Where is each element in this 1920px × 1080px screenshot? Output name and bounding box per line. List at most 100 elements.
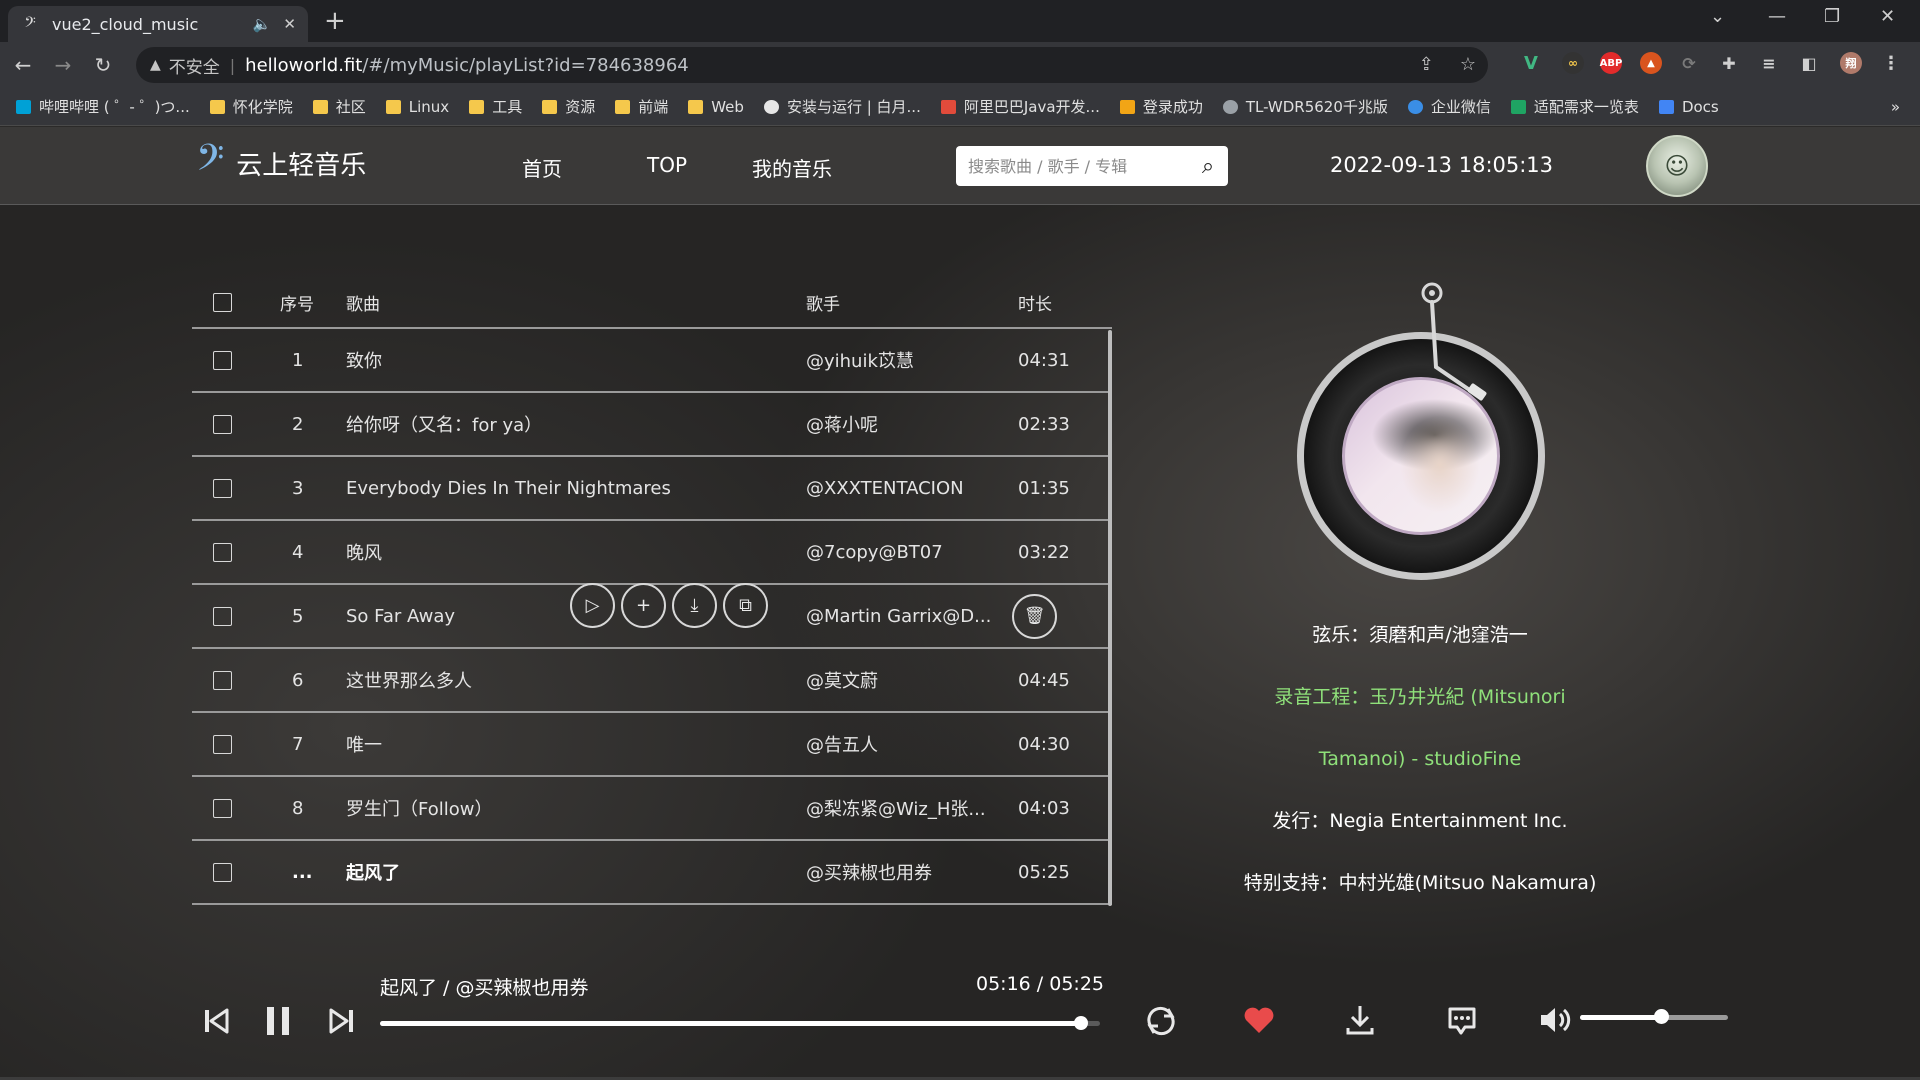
row-song[interactable]: So Far Away <box>346 606 455 627</box>
volume-icon[interactable] <box>1538 1005 1572 1035</box>
row-artist[interactable]: @7copy@BT07 <box>806 542 1012 563</box>
row-checkbox[interactable] <box>212 350 232 370</box>
repeat-icon[interactable] <box>1144 1005 1178 1037</box>
table-row[interactable]: 7 唯一 @告五人 04:30 <box>192 713 1112 777</box>
comment-icon[interactable] <box>1446 1005 1478 1037</box>
row-checkbox[interactable] <box>212 542 232 562</box>
table-row-now-playing[interactable]: ... 起风了 @买辣椒也用券 05:25 <box>192 841 1112 905</box>
row-artist[interactable]: @XXXTENTACION <box>806 478 1012 499</box>
play-icon[interactable]: ▷ <box>570 582 615 628</box>
volume-knob[interactable] <box>1654 1009 1670 1024</box>
speaker-icon[interactable]: 🔈 <box>253 15 272 33</box>
add-icon[interactable]: + <box>621 582 666 628</box>
row-checkbox[interactable] <box>212 414 232 434</box>
menu-icon[interactable]: ⋮ <box>1880 52 1902 74</box>
minimize-button[interactable]: — <box>1768 6 1786 27</box>
table-row-hovered[interactable]: 5 So Far Away ▷ + ⤓ ⧉ @Martin Garrix@D..… <box>192 582 1112 649</box>
vue-devtools-icon[interactable]: V <box>1520 52 1542 74</box>
user-avatar[interactable]: ☺ <box>1646 135 1708 197</box>
bookmark-bilibili[interactable]: 哔哩哔哩 ( ゜- ゜)つ... <box>16 96 190 117</box>
previous-icon[interactable] <box>202 1007 230 1035</box>
heart-icon[interactable] <box>1242 1005 1276 1035</box>
share-icon[interactable]: ⧉ <box>723 582 768 628</box>
next-icon[interactable] <box>328 1007 356 1035</box>
search-icon[interactable]: ⌕ <box>1188 154 1228 179</box>
table-row[interactable]: 4 晚风 @7copy@BT07 03:22 <box>192 521 1112 585</box>
warning-icon[interactable]: ▲ <box>150 57 161 73</box>
extension-icon[interactable]: ∞ <box>1562 52 1584 74</box>
new-tab-button[interactable]: + <box>324 6 346 36</box>
search-input[interactable] <box>968 156 1188 176</box>
table-row[interactable]: 1 致你 @yihuik苡慧 04:31 <box>192 329 1112 393</box>
app-logo[interactable]: 𝄢 云上轻音乐 <box>196 141 366 185</box>
bookmark-folder[interactable]: 怀化学院 <box>209 96 293 117</box>
progress-knob[interactable] <box>1073 1016 1088 1030</box>
row-song[interactable]: 罗生门（Follow） <box>342 795 806 821</box>
forward-arrow-icon[interactable]: → <box>46 53 80 77</box>
address-bar[interactable]: ▲ 不安全 | helloworld.fit /#/myMusic/playLi… <box>136 47 1488 83</box>
bookmark-link[interactable]: Docs <box>1658 98 1719 116</box>
row-song[interactable]: 这世界那么多人 <box>342 667 806 693</box>
adblock-icon[interactable]: ABP <box>1600 52 1622 74</box>
bookmark-folder[interactable]: 社区 <box>312 96 366 117</box>
bookmark-folder[interactable]: Linux <box>385 98 449 116</box>
nav-top[interactable]: TOP <box>647 153 687 177</box>
puzzle-icon[interactable]: ✚ <box>1718 52 1740 74</box>
row-checkbox[interactable] <box>212 606 232 626</box>
profile-avatar[interactable]: 翔 <box>1840 52 1862 74</box>
row-checkbox[interactable] <box>212 670 232 690</box>
playlist-scrollbar[interactable] <box>1108 330 1112 906</box>
more-bookmarks-icon[interactable]: » <box>1891 98 1900 116</box>
table-row[interactable]: 2 给你呀（又名：for ya） @蒋小呢 02:33 <box>192 393 1112 457</box>
close-window-button[interactable]: ✕ <box>1880 6 1895 27</box>
row-artist[interactable]: @告五人 <box>806 731 1012 757</box>
bookmark-link[interactable]: 企业微信 <box>1407 96 1491 117</box>
table-row[interactable]: 3 Everybody Dies In Their Nightmares @XX… <box>192 457 1112 521</box>
extension-icon[interactable]: ▲ <box>1640 52 1662 74</box>
bookmark-link[interactable]: 登录成功 <box>1119 96 1203 117</box>
row-checkbox[interactable] <box>212 734 232 754</box>
nav-my-music[interactable]: 我的音乐 <box>752 153 832 182</box>
reload-icon[interactable]: ↻ <box>86 53 120 77</box>
row-checkbox[interactable] <box>212 862 232 882</box>
row-artist[interactable]: @蒋小呢 <box>806 411 1012 437</box>
row-checkbox[interactable] <box>212 478 232 498</box>
trash-icon[interactable]: 🗑 <box>1012 593 1057 639</box>
bookmark-link[interactable]: TL-WDR5620千兆版 <box>1222 96 1388 117</box>
row-song[interactable]: Everybody Dies In Their Nightmares <box>342 478 806 499</box>
row-artist[interactable]: @yihuik苡慧 <box>806 347 1012 373</box>
pause-icon[interactable] <box>263 1004 293 1038</box>
bookmark-folder[interactable]: 前端 <box>615 96 668 117</box>
download-icon[interactable]: ⤓ <box>672 582 717 628</box>
table-row[interactable]: 8 罗生门（Follow） @梨冻紧@Wiz_H张... 04:03 <box>192 777 1112 841</box>
bookmark-folder[interactable]: 资源 <box>542 96 595 117</box>
bookmark-link[interactable]: 安装与运行 | 白月... <box>763 96 921 117</box>
row-checkbox[interactable] <box>212 798 232 818</box>
volume-slider[interactable] <box>1580 1009 1728 1024</box>
row-song[interactable]: 致你 <box>342 347 806 373</box>
progress-bar[interactable] <box>380 1016 1100 1030</box>
table-row[interactable]: 6 这世界那么多人 @莫文蔚 04:45 <box>192 649 1112 713</box>
bookmark-link[interactable]: 阿里巴巴Java开发... <box>940 96 1100 117</box>
restore-button[interactable]: ❐ <box>1824 6 1840 27</box>
row-song[interactable]: 唯一 <box>342 731 806 757</box>
download-icon[interactable] <box>1344 1003 1376 1037</box>
row-artist[interactable]: @买辣椒也用券 <box>806 859 1012 885</box>
bookmark-folder[interactable]: 工具 <box>469 96 522 117</box>
row-song[interactable]: 晚风 <box>342 539 806 565</box>
nav-home[interactable]: 首页 <box>522 153 562 182</box>
side-panel-icon[interactable]: ◧ <box>1798 52 1820 74</box>
bookmark-folder[interactable]: Web <box>688 98 744 116</box>
row-artist[interactable]: @莫文蔚 <box>806 667 1012 693</box>
select-all-checkbox[interactable] <box>212 292 232 312</box>
share-icon[interactable]: ⇪ <box>1419 54 1434 75</box>
bookmark-link[interactable]: 适配需求一览表 <box>1510 96 1639 117</box>
extension-icon[interactable]: ⟳ <box>1678 52 1700 74</box>
chevron-down-icon[interactable]: ⌄ <box>1710 6 1725 27</box>
back-arrow-icon[interactable]: ← <box>6 53 40 77</box>
media-control-icon[interactable]: ≡ <box>1758 52 1780 74</box>
row-song[interactable]: 给你呀（又名：for ya） <box>342 411 806 437</box>
row-song[interactable]: 起风了 <box>342 859 806 885</box>
star-icon[interactable]: ☆ <box>1460 54 1476 75</box>
row-artist[interactable]: @梨冻紧@Wiz_H张... <box>806 795 1012 821</box>
